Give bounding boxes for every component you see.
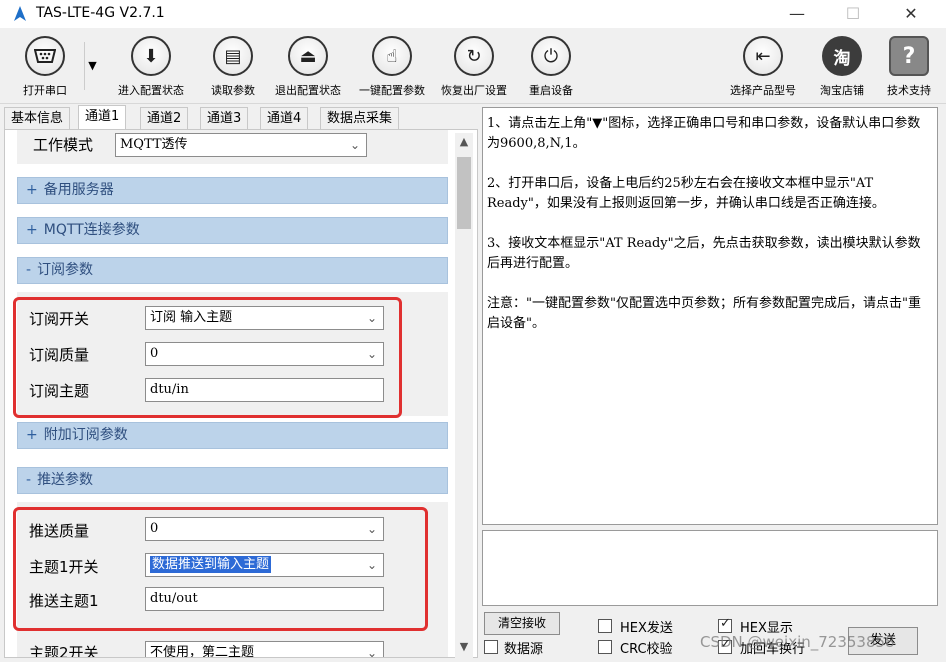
- restart-label: 重启设备: [529, 84, 573, 97]
- help-icon: ?: [889, 36, 929, 76]
- data-source-label: 数据源: [504, 642, 544, 657]
- section-label: 备用服务器: [43, 182, 114, 198]
- download-icon: ⬇: [131, 36, 171, 76]
- select-model-label: 选择产品型号: [730, 84, 796, 97]
- work-mode-value: MQTT透传: [120, 137, 188, 152]
- exit-config-button[interactable]: ⏏ 退出配置状态: [266, 36, 350, 102]
- scrollbar-thumb[interactable]: [457, 157, 471, 229]
- tab-data-collection[interactable]: 数据点采集: [320, 107, 400, 129]
- hex-display-checkbox[interactable]: [718, 616, 732, 633]
- open-port-button[interactable]: 打开串口: [14, 36, 76, 102]
- power-icon: ⏻: [531, 36, 571, 76]
- section-extra-subscribe[interactable]: + 附加订阅参数: [17, 422, 448, 449]
- tab-channel-1[interactable]: 通道1: [78, 105, 127, 129]
- hex-send-checkbox[interactable]: [598, 619, 612, 633]
- crc-check-checkbox[interactable]: [598, 640, 612, 654]
- enter-config-button[interactable]: ⬇ 进入配置状态: [108, 36, 194, 102]
- work-mode-select[interactable]: MQTT透传 ⌄: [115, 133, 367, 157]
- chevron-down-icon: ⌄: [366, 646, 377, 658]
- upload-icon: ⏏: [288, 36, 328, 76]
- expand-icon: +: [26, 222, 38, 238]
- watermark-text: CSDN @weixin_72353858: [700, 633, 895, 651]
- highlight-box: [13, 507, 428, 631]
- factory-reset-label: 恢复出厂设置: [441, 84, 507, 97]
- section-label: 订阅参数: [37, 262, 94, 278]
- tab-channel-2[interactable]: 通道2: [140, 107, 189, 129]
- receive-text-box[interactable]: [482, 530, 938, 606]
- section-subscribe[interactable]: - 订阅参数: [17, 257, 448, 284]
- one-key-config-button[interactable]: ☝ 一键配置参数: [350, 36, 434, 102]
- read-document-icon: ▤: [213, 36, 253, 76]
- scroll-up-icon[interactable]: ▲: [455, 133, 473, 151]
- maximize-button[interactable]: ☐: [830, 0, 876, 28]
- data-source-checkbox[interactable]: [484, 640, 498, 654]
- port-dropdown-button[interactable]: ▼: [84, 42, 100, 90]
- work-mode-row: 工作模式 MQTT透传 ⌄: [17, 130, 448, 164]
- chevron-down-icon: ⌄: [349, 138, 360, 152]
- serial-port-icon: [25, 36, 65, 76]
- collapse-icon: -: [26, 262, 32, 278]
- factory-reset-button[interactable]: ↻ 恢复出厂设置: [434, 36, 514, 102]
- window-title: TAS-LTE-4G V2.7.1: [36, 5, 165, 21]
- exit-config-label: 退出配置状态: [275, 84, 341, 97]
- section-label: 推送参数: [37, 472, 94, 488]
- left-scrollbar[interactable]: ▲ ▼: [455, 133, 473, 658]
- one-key-config-label: 一键配置参数: [359, 84, 425, 97]
- minimize-button[interactable]: —: [774, 0, 820, 28]
- highlight-box: [13, 297, 402, 418]
- section-backup-server[interactable]: + 备用服务器: [17, 177, 448, 204]
- instruction-step-3: 3、接收文本框显示"AT Ready"之后，先点击获取参数，读出模块默认参数后再…: [487, 236, 921, 271]
- section-label: 附加订阅参数: [43, 427, 128, 443]
- toolbar: 打开串口 ▼ ⬇ 进入配置状态 ▤ 读取参数 ⏏ 退出配置状态 ☝ 一键配置参数…: [0, 28, 946, 104]
- read-params-button[interactable]: ▤ 读取参数: [200, 36, 266, 102]
- section-publish[interactable]: - 推送参数: [17, 467, 448, 494]
- scroll-down-icon[interactable]: ▼: [455, 638, 473, 656]
- taobao-shop-button[interactable]: 淘 淘宝店铺: [812, 36, 872, 102]
- collapse-icon: -: [26, 472, 32, 488]
- expand-icon: +: [26, 427, 38, 443]
- crc-check-label: CRC校验: [620, 642, 673, 657]
- instruction-step-1: 1、请点击左上角"▼"图标，选择正确串口号和串口参数，设备默认串口参数为9600…: [487, 116, 921, 151]
- open-port-label: 打开串口: [23, 84, 67, 97]
- restart-button[interactable]: ⏻ 重启设备: [518, 36, 584, 102]
- reset-icon: ↻: [454, 36, 494, 76]
- tab-channel-4[interactable]: 通道4: [260, 107, 309, 129]
- instruction-note: 注意："一键配置参数"仅配置选中页参数；所有参数配置完成后，请点击"重启设备"。: [487, 296, 921, 331]
- expand-icon: +: [26, 182, 38, 198]
- tab-channel-3[interactable]: 通道3: [200, 107, 249, 129]
- topic2-switch-label: 主题2开关: [29, 644, 99, 658]
- tab-basic-info[interactable]: 基本信息: [4, 107, 71, 129]
- title-bar: TAS-LTE-4G V2.7.1 — ☐ ✕: [0, 0, 946, 28]
- support-button[interactable]: ? 技术支持: [878, 36, 940, 102]
- work-mode-label: 工作模式: [33, 136, 94, 154]
- clear-receive-button[interactable]: 清空接收: [484, 612, 560, 635]
- close-button[interactable]: ✕: [888, 0, 934, 28]
- taobao-icon: 淘: [822, 36, 862, 76]
- hex-send-label: HEX发送: [620, 621, 673, 636]
- instruction-step-2: 2、打开串口后，设备上电后约25秒左右会在接收文本框中显示"AT Ready"，…: [487, 176, 885, 211]
- channel-settings-panel: 工作模式 MQTT透传 ⌄ + 备用服务器 + MQTT连接参数 - 订阅参数 订阅开关…: [4, 129, 478, 658]
- topic2-switch-select[interactable]: 不使用，第二主题 ⌄: [145, 641, 384, 658]
- section-label: MQTT连接参数: [43, 222, 140, 238]
- hand-pointer-icon: ☝: [372, 36, 412, 76]
- taobao-label: 淘宝店铺: [820, 84, 864, 97]
- enter-config-label: 进入配置状态: [118, 84, 184, 97]
- select-model-button[interactable]: ⇤ 选择产品型号: [720, 36, 806, 102]
- app-logo-icon: [14, 6, 26, 21]
- section-mqtt-connection[interactable]: + MQTT连接参数: [17, 217, 448, 244]
- read-params-label: 读取参数: [211, 84, 255, 97]
- support-label: 技术支持: [887, 84, 931, 97]
- back-arrow-icon: ⇤: [743, 36, 783, 76]
- topic2-switch-value: 不使用，第二主题: [150, 645, 255, 658]
- instructions-text-box[interactable]: 1、请点击左上角"▼"图标，选择正确串口号和串口参数，设备默认串口参数为9600…: [482, 107, 938, 525]
